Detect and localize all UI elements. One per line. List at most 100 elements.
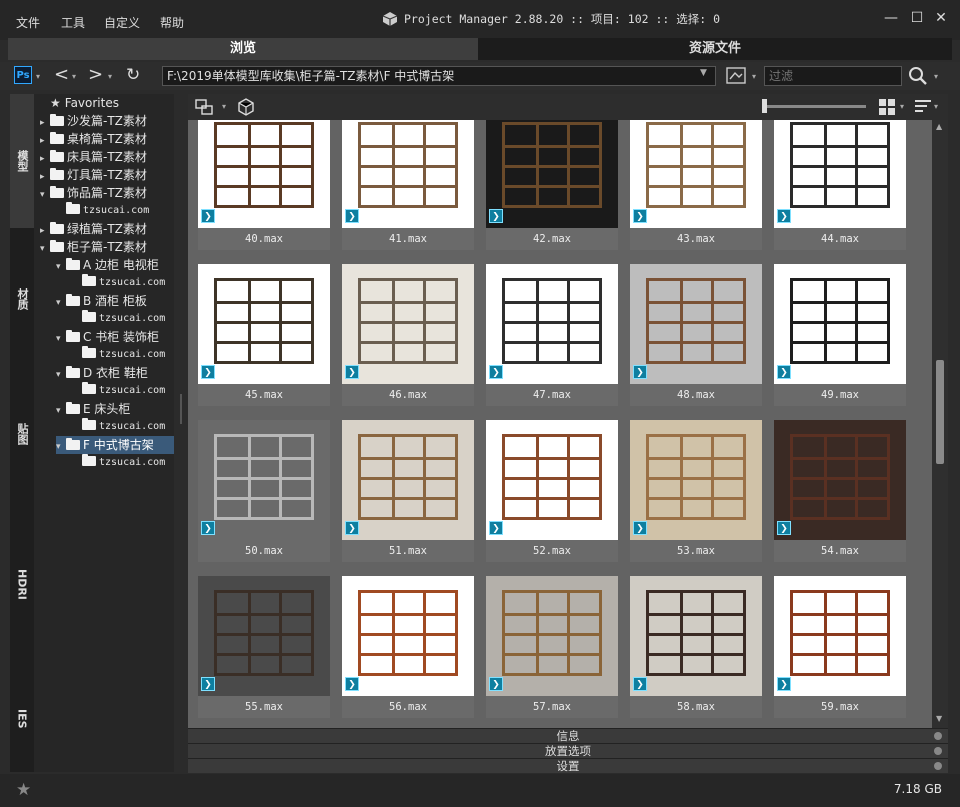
thumbnail-item[interactable]: ❯ 51.max [342,420,474,562]
thumbnail-image[interactable]: ❯ [774,576,906,696]
thumbnail-item[interactable]: ❯ 50.max [198,420,330,562]
view-dropdown-icon[interactable]: ▾ [900,102,904,111]
expand-arrow-icon[interactable]: ▾ [40,186,50,204]
tab-asset-files[interactable]: 资源文件 [478,38,952,60]
forward-icon[interactable]: > [88,66,103,84]
tree-item[interactable]: ▸ 灯具篇-TZ素材 [40,166,147,184]
thumbnail-image[interactable]: ❯ [342,420,474,540]
sort-icon[interactable] [914,98,932,116]
thumbnail-size-slider[interactable] [766,105,866,108]
refresh-icon[interactable]: ↻ [126,66,140,84]
tab-hdri[interactable]: HDRI [10,524,34,644]
thumbnail-image[interactable]: ❯ [486,264,618,384]
thumbnail-image[interactable]: ❯ [198,576,330,696]
path-field[interactable]: F:\2019单体模型库收集\柜子篇-TZ素材\F 中式博古架 [162,66,716,86]
thumbnail-item[interactable]: ❯ 42.max [486,120,618,250]
thumbnail-item[interactable]: ❯ 55.max [198,576,330,718]
grid-view-icon[interactable] [878,98,896,116]
image-view-dropdown-icon[interactable]: ▾ [752,72,756,81]
tree-item[interactable]: tzsucai.com [56,202,149,220]
photoshop-icon[interactable]: Ps [14,66,32,84]
scrollbar-thumb[interactable] [936,360,944,464]
thumbnail-image[interactable]: ❯ [486,576,618,696]
tree-item[interactable]: tzsucai.com [72,454,165,472]
tree-item[interactable]: ▾ 饰品篇-TZ素材 [40,184,147,202]
search-dropdown-icon[interactable]: ▾ [934,72,938,81]
tree-item[interactable]: tzsucai.com [72,310,165,328]
back-icon[interactable]: < [54,66,69,84]
thumbnail-item[interactable]: ❯ 58.max [630,576,762,718]
thumbnail-item[interactable]: ❯ 44.max [774,120,906,250]
tree-item[interactable]: ▾ E 床头柜 [56,400,130,418]
expand-arrow-icon[interactable]: ▾ [56,402,66,420]
tree-item[interactable]: ▸ 桌椅篇-TZ素材 [40,130,147,148]
thumbnail-item[interactable]: ❯ 57.max [486,576,618,718]
panel-info[interactable]: 信息 [188,728,948,743]
menu-file[interactable]: 文件 [16,14,40,31]
thumbnail-image[interactable]: ❯ [486,420,618,540]
tree-item[interactable]: ▾ A 边柜 电视柜 [56,256,159,274]
expand-arrow-icon[interactable]: ▾ [56,438,66,456]
thumbnail-image[interactable]: ❯ [198,120,330,228]
tab-models[interactable]: 模型 [10,94,34,228]
tree-item[interactable]: ▾ D 衣柜 鞋柜 [56,364,148,382]
thumbnail-image[interactable]: ❯ [774,264,906,384]
sort-dropdown-icon[interactable]: ▾ [934,102,938,111]
tree-item[interactable]: tzsucai.com [72,382,165,400]
panel-placement-options[interactable]: 放置选项 [188,743,948,758]
thumbnail-image[interactable]: ❯ [630,264,762,384]
thumbnail-item[interactable]: ❯ 52.max [486,420,618,562]
expand-arrow-icon[interactable]: ▾ [56,330,66,348]
tree-item[interactable]: tzsucai.com [72,346,165,364]
expand-arrow-icon[interactable]: ▾ [56,258,66,276]
filter-input[interactable] [764,66,902,86]
package-icon[interactable] [236,97,256,117]
tree-item[interactable]: ★ Favorites [40,94,119,112]
thumbnail-item[interactable]: ❯ 47.max [486,264,618,406]
thumbnail-item[interactable]: ❯ 45.max [198,264,330,406]
maximize-icon[interactable]: ☐ [906,8,928,28]
collapse-icon[interactable] [934,762,942,770]
tree-item[interactable]: ▸ 沙发篇-TZ素材 [40,112,147,130]
forward-dropdown-icon[interactable]: ▾ [108,72,112,81]
tree-item[interactable]: ▸ 绿植篇-TZ素材 [40,220,147,238]
tab-materials[interactable]: 材质 [10,244,34,354]
tree-item[interactable]: tzsucai.com [72,418,165,436]
thumbnail-image[interactable]: ❯ [342,576,474,696]
expand-arrow-icon[interactable]: ▾ [56,366,66,384]
thumbnail-item[interactable]: ❯ 46.max [342,264,474,406]
close-icon[interactable]: ✕ [930,8,952,28]
tab-browse[interactable]: 浏览 [8,38,478,60]
tab-maps[interactable]: 贴图 [10,374,34,494]
menu-customize[interactable]: 自定义 [104,14,140,31]
collapse-icon[interactable] [934,747,942,755]
back-dropdown-icon[interactable]: ▾ [72,72,76,81]
thumbnail-image[interactable]: ❯ [774,420,906,540]
tree-item[interactable]: ▸ 床具篇-TZ素材 [40,148,147,166]
splitter[interactable] [176,94,186,772]
tree-item[interactable]: ▾ C 书柜 装饰柜 [56,328,159,346]
sync-dropdown-icon[interactable]: ▾ [222,102,226,111]
thumbnail-image[interactable]: ❯ [198,264,330,384]
menu-tools[interactable]: 工具 [61,14,85,31]
thumbnail-image[interactable]: ❯ [342,120,474,228]
thumbnail-image[interactable]: ❯ [198,420,330,540]
thumbnail-image[interactable]: ❯ [342,264,474,384]
thumbnail-item[interactable]: ❯ 59.max [774,576,906,718]
thumbnail-item[interactable]: ❯ 54.max [774,420,906,562]
thumbnail-image[interactable]: ❯ [630,420,762,540]
ps-dropdown-icon[interactable]: ▾ [36,72,40,81]
sync-icon[interactable] [194,97,214,117]
thumbnail-item[interactable]: ❯ 41.max [342,120,474,250]
image-view-icon[interactable] [726,67,748,85]
expand-arrow-icon[interactable]: ▾ [56,294,66,312]
search-icon[interactable] [908,66,928,86]
thumbnail-image[interactable]: ❯ [486,120,618,228]
slider-handle[interactable] [762,99,767,113]
tree-item[interactable]: tzsucai.com [72,274,165,292]
thumbnail-item[interactable]: ❯ 43.max [630,120,762,250]
path-dropdown-icon[interactable]: ▼ [700,68,707,78]
collapse-icon[interactable] [934,732,942,740]
star-icon[interactable]: ★ [16,780,31,800]
menu-help[interactable]: 帮助 [160,14,184,31]
